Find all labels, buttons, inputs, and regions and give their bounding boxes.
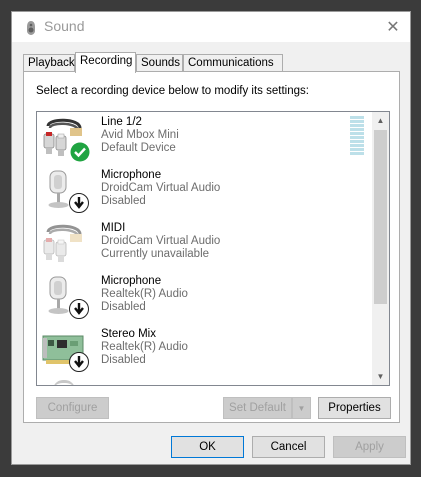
tab-sounds[interactable]: Sounds [136,54,183,72]
recording-panel: Select a recording device below to modif… [23,71,400,423]
chevron-down-icon: ▼ [297,403,306,413]
scroll-thumb[interactable] [374,130,387,304]
device-name: Line 1/2 [101,116,142,128]
line-in-cable-icon [43,224,82,262]
close-icon: ✕ [386,19,400,36]
title-bar: Sound ✕ [12,12,410,42]
device-driver: Realtek(R) Audio [101,288,188,300]
device-name: Stereo Mix [101,328,156,340]
device-status: Disabled [101,354,146,366]
device-driver: DroidCam Virtual Audio [101,235,221,247]
instruction-text: Select a recording device below to modif… [36,85,309,97]
device-status: Default Device [101,142,176,154]
device-status: Currently unavailable [101,248,210,260]
disabled-arrow-icon [69,299,89,319]
device-name: Microphone [101,275,162,287]
window-title: Sound [44,18,85,34]
device-status: Disabled [101,195,146,207]
tab-playback[interactable]: Playback [23,54,75,72]
disabled-arrow-icon [69,352,89,372]
device-driver: Avid Mbox Mini [101,129,179,141]
default-check-icon [70,142,90,162]
ok-button[interactable]: OK [171,436,244,458]
recording-device-list[interactable]: Line 1/2 Avid Mbox Mini Default Device M… [36,111,390,386]
apply-button[interactable]: Apply [333,436,406,458]
device-name: Microphone [101,169,162,181]
device-status: Disabled [101,301,146,313]
device-line-1-2[interactable]: Line 1/2 Avid Mbox Mini Default Device [37,112,374,165]
chevron-up-icon: ▲ [376,116,385,125]
device-name: MIDI [101,222,126,234]
set-default-button[interactable]: Set Default [223,397,292,419]
sound-dialog: Sound ✕ Playback Recording Sounds Commun… [11,11,411,465]
chevron-down-icon: ▼ [376,372,385,381]
properties-button[interactable]: Properties [318,397,391,419]
partial-device-icon [53,380,75,385]
device-stereo-mix[interactable]: Stereo Mix Realtek(R) Audio Disabled [37,324,374,377]
device-driver: Realtek(R) Audio [101,341,188,353]
speaker-icon [27,21,35,35]
close-button[interactable]: ✕ [376,12,410,42]
tab-recording[interactable]: Recording [75,52,136,73]
tab-communications[interactable]: Communications [183,54,283,72]
set-default-dropdown[interactable]: ▼ [292,397,311,419]
list-scrollbar[interactable]: ▲ ▼ [372,112,389,385]
device-microphone-realtek[interactable]: Microphone Realtek(R) Audio Disabled [37,271,374,324]
cancel-button[interactable]: Cancel [252,436,325,458]
level-meter [350,116,364,158]
configure-button[interactable]: Configure [36,397,109,419]
device-driver: DroidCam Virtual Audio [101,182,221,194]
device-midi[interactable]: MIDI DroidCam Virtual Audio Currently un… [37,218,374,271]
scroll-up-button[interactable]: ▲ [372,112,389,129]
scroll-down-button[interactable]: ▼ [372,368,389,385]
disabled-arrow-icon [69,193,89,213]
device-microphone-droidcam[interactable]: Microphone DroidCam Virtual Audio Disabl… [37,165,374,218]
